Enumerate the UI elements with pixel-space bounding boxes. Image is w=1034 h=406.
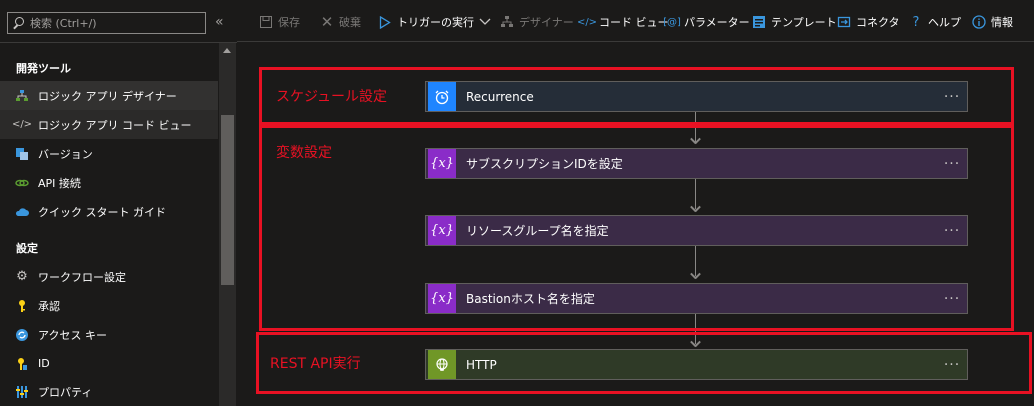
sidebar-item-properties[interactable]: プロパティ — [0, 377, 218, 406]
sidebar-item-label: バージョン — [38, 147, 93, 161]
sidebar-item-label: クイック スタート ガイド — [38, 205, 166, 219]
refresh-key-icon — [15, 328, 29, 342]
sidebar-item-access-keys[interactable]: アクセス キー — [0, 320, 218, 349]
run-trigger-button[interactable]: トリガーの実行 — [378, 14, 492, 30]
sidebar-item-authorization[interactable]: 承認 — [0, 291, 218, 320]
templates-button[interactable]: テンプレート — [752, 14, 837, 30]
sidebar-item-versions[interactable]: バージョン — [0, 139, 218, 168]
parameters-label: パラメーター — [684, 16, 750, 29]
cloud-icon — [15, 205, 29, 219]
templates-label: テンプレート — [771, 16, 837, 29]
sidebar-item-workflow-settings[interactable]: ⚙ ワークフロー設定 — [0, 262, 218, 291]
gear-icon: ⚙ — [16, 269, 28, 284]
sidebar-item-label: API 接続 — [38, 176, 81, 190]
collapse-sidebar-button[interactable]: « — [215, 14, 224, 30]
discard-label: 破棄 — [339, 16, 361, 29]
sidebar-item-label: ロジック アプリ デザイナー — [38, 89, 177, 103]
rest-api-group-highlight — [256, 332, 1032, 394]
save-icon — [259, 15, 273, 29]
sidebar-item-label: ID — [38, 357, 50, 370]
identity-icon — [15, 357, 29, 371]
designer-label: デザイナー — [519, 16, 574, 29]
info-icon — [972, 15, 986, 29]
info-button[interactable]: 情報 — [972, 14, 1013, 30]
key-icon — [15, 299, 29, 313]
scroll-up-arrow-icon[interactable] — [223, 48, 231, 53]
versions-icon — [15, 147, 29, 161]
sidebar: « 開発ツール ロジック アプリ デザイナー </> ロジック アプリ コード … — [0, 0, 237, 406]
sidebar-item-label: ワークフロー設定 — [38, 270, 126, 284]
info-label: 情報 — [991, 16, 1013, 29]
toolbar: 保存 ✕ 破棄 トリガーの実行 デザイナー </> コード ビュー [@] パラ… — [237, 0, 1034, 42]
connector-icon — [837, 15, 851, 29]
sidebar-item-designer[interactable]: ロジック アプリ デザイナー — [0, 81, 218, 110]
properties-icon — [15, 385, 29, 399]
help-label: ヘルプ — [928, 16, 961, 29]
search-input[interactable] — [30, 16, 200, 30]
sidebar-item-code-view[interactable]: </> ロジック アプリ コード ビュー — [0, 110, 218, 139]
parameters-button[interactable]: [@] パラメーター — [663, 14, 750, 30]
connectors-button[interactable]: コネクタ — [837, 14, 900, 30]
designer-icon — [15, 89, 29, 103]
sidebar-item-api-connections[interactable]: API 接続 — [0, 168, 218, 197]
code-view-label: コード ビュー — [599, 16, 669, 29]
discard-button[interactable]: ✕ 破棄 — [320, 13, 361, 31]
play-icon — [378, 15, 392, 29]
section-settings: 設定 — [16, 242, 38, 255]
sidebar-item-label: 承認 — [38, 299, 60, 313]
sidebar-item-label: アクセス キー — [38, 328, 107, 342]
search-box[interactable] — [7, 12, 206, 34]
variables-group-highlight — [259, 125, 1014, 331]
scrollbar-thumb[interactable] — [221, 115, 234, 285]
sidebar-item-quickstart[interactable]: クイック スタート ガイド — [0, 197, 218, 226]
section-dev-tools: 開発ツール — [16, 62, 71, 75]
schedule-group-label: スケジュール設定 — [276, 89, 388, 105]
rest-api-group-label: REST API実行 — [270, 356, 361, 372]
designer-button[interactable]: デザイナー — [500, 14, 574, 30]
search-icon — [12, 16, 26, 30]
variables-group-label: 変数設定 — [276, 145, 332, 161]
chevron-down-icon — [478, 15, 492, 29]
template-icon — [752, 15, 766, 29]
help-icon: ? — [912, 14, 920, 30]
save-label: 保存 — [278, 16, 300, 29]
sidebar-item-label: プロパティ — [38, 385, 93, 399]
connectors-label: コネクタ — [856, 16, 900, 29]
link-icon — [15, 176, 29, 190]
save-button[interactable]: 保存 — [259, 14, 300, 30]
code-icon: </> — [11, 119, 33, 130]
code-icon: </> — [576, 16, 598, 28]
parameters-icon: [@] — [663, 16, 681, 28]
code-view-button[interactable]: </> コード ビュー — [576, 14, 669, 30]
close-icon: ✕ — [320, 13, 334, 31]
sidebar-item-label: ロジック アプリ コード ビュー — [38, 118, 192, 132]
sidebar-divider — [0, 42, 237, 43]
designer-icon — [500, 15, 514, 29]
sidebar-item-identity[interactable]: ID — [0, 349, 218, 378]
help-button[interactable]: ? ヘルプ — [909, 14, 961, 30]
run-trigger-label: トリガーの実行 — [397, 16, 474, 29]
